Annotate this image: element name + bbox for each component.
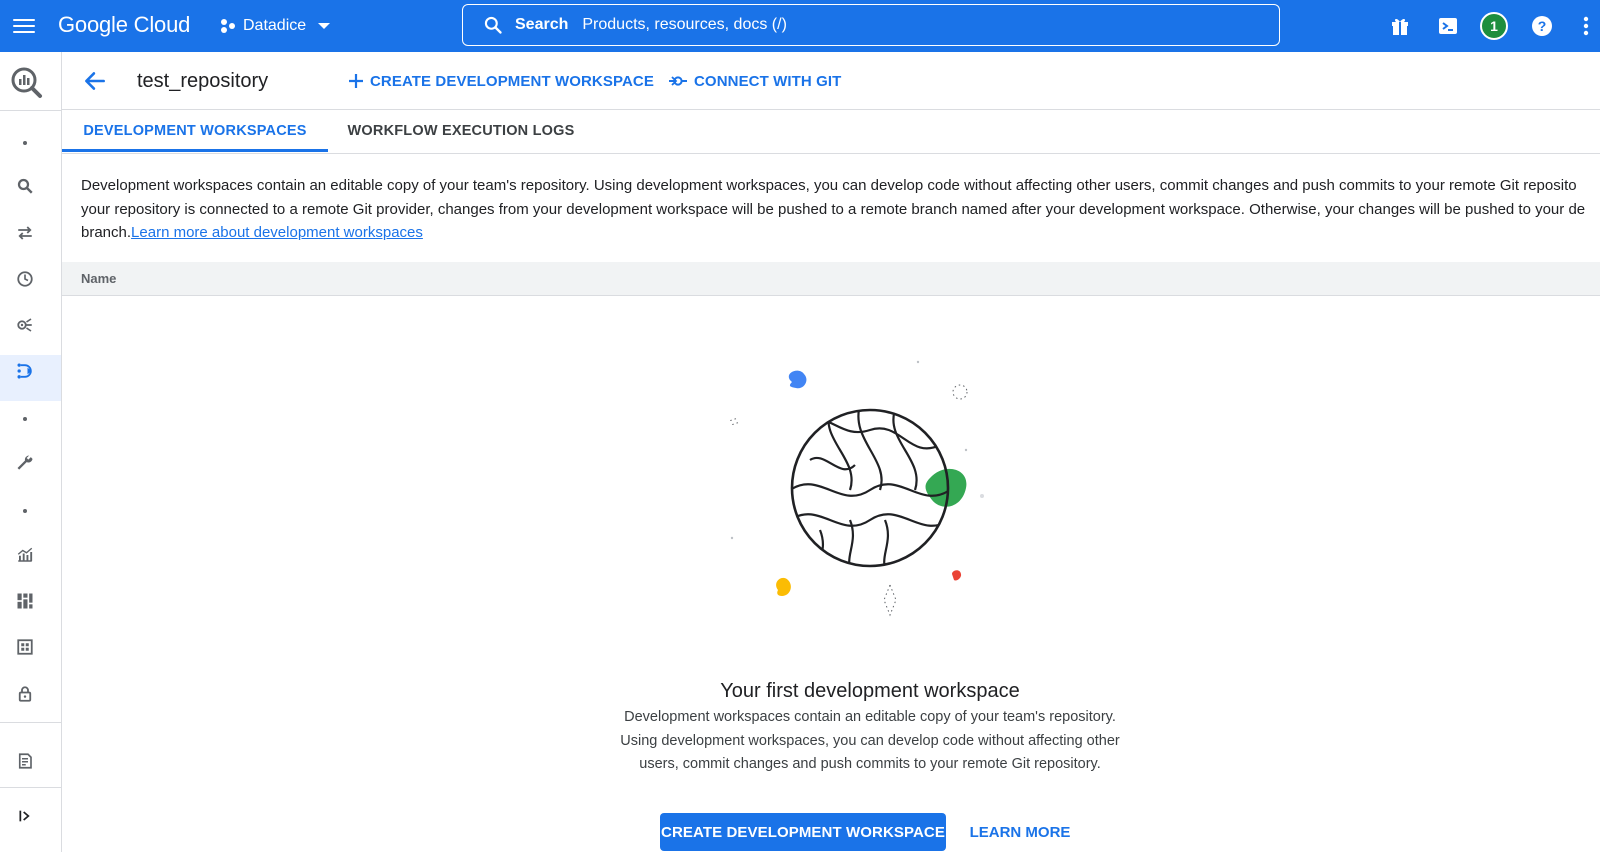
svg-text:?: ? — [1538, 18, 1547, 34]
gift-icon[interactable] — [1388, 14, 1412, 38]
rail-divider — [0, 722, 61, 723]
rail-dot — [23, 509, 27, 513]
wrench-icon[interactable] — [10, 448, 40, 478]
top-app-bar: Google Cloud Datadice Search Products, r… — [0, 0, 1600, 52]
empty-state-description: Development workspaces contain an editab… — [570, 706, 1170, 777]
plus-icon — [349, 74, 363, 88]
dataform-icon[interactable] — [10, 356, 40, 386]
project-name: Datadice — [243, 17, 307, 34]
transfers-icon[interactable] — [10, 218, 40, 248]
search-label: Search — [515, 16, 569, 33]
page-title: test_repository — [137, 70, 269, 92]
create-workspace-header-button[interactable]: CREATE DEVELOPMENT WORKSPACE — [348, 68, 654, 94]
description-branch-text: branch. — [81, 224, 132, 241]
menu-icon[interactable] — [12, 14, 38, 38]
schedule-icon[interactable] — [10, 264, 40, 294]
tab-workflow-execution-logs[interactable]: WORKFLOW EXECUTION LOGS — [328, 110, 594, 152]
help-icon[interactable]: ? — [1530, 14, 1554, 38]
tabs-divider — [62, 153, 1600, 154]
search-icon[interactable] — [10, 171, 40, 201]
project-icon — [221, 19, 235, 33]
chevron-down-icon — [318, 23, 331, 29]
create-workspace-button[interactable]: CREATE DEVELOPMENT WORKSPACE — [660, 813, 946, 851]
rail-dot — [23, 141, 27, 145]
rail-dot — [23, 417, 27, 421]
rail-divider — [0, 110, 61, 111]
table-header: Name — [62, 262, 1600, 296]
bigquery-icon[interactable] — [8, 64, 44, 100]
google-cloud-logo[interactable]: Google Cloud — [58, 11, 190, 39]
tab-development-workspaces[interactable]: DEVELOPMENT WORKSPACES — [62, 110, 328, 152]
lock-icon[interactable] — [10, 679, 40, 709]
rail-divider — [0, 787, 61, 788]
monitoring-icon[interactable] — [10, 540, 40, 570]
table-icon[interactable] — [10, 632, 40, 662]
notification-badge[interactable]: 1 — [1480, 12, 1508, 40]
empty-state-line: Using development workspaces, you can de… — [620, 732, 1120, 749]
empty-state-title: Your first development workspace — [720, 680, 1020, 702]
description-line: Development workspaces contain an editab… — [81, 177, 1577, 194]
expand-icon[interactable] — [10, 801, 40, 831]
git-commit-icon — [669, 76, 687, 86]
learn-more-button[interactable]: LEARN MORE — [960, 813, 1080, 851]
release-notes-icon[interactable] — [10, 746, 40, 776]
empty-state-illustration — [730, 360, 984, 617]
learn-more-link[interactable]: Learn more about development workspaces — [131, 224, 423, 241]
back-arrow-icon[interactable] — [82, 68, 108, 94]
search-input[interactable]: Search Products, resources, docs (/) — [462, 4, 1280, 46]
more-vert-icon[interactable] — [1576, 14, 1596, 38]
column-header-name[interactable]: Name — [81, 271, 116, 286]
cloud-shell-icon[interactable] — [1436, 14, 1460, 38]
connect-git-label: CONNECT WITH GIT — [694, 72, 842, 90]
analytics-hub-icon[interactable] — [10, 310, 40, 340]
left-nav-rail — [0, 52, 62, 852]
search-icon — [484, 16, 502, 34]
project-picker[interactable]: Datadice — [220, 12, 331, 40]
description-line-3: branch.Learn more about development work… — [81, 221, 1600, 245]
search-placeholder: Products, resources, docs (/) — [582, 16, 787, 33]
create-workspace-header-label: CREATE DEVELOPMENT WORKSPACE — [370, 72, 654, 90]
description-text: Development workspaces contain an editab… — [81, 174, 1600, 245]
dashboard-icon[interactable] — [10, 586, 40, 616]
empty-state-line: Development workspaces contain an editab… — [624, 709, 1116, 725]
description-line: your repository is connected to a remote… — [81, 200, 1586, 218]
connect-git-button[interactable]: CONNECT WITH GIT — [668, 68, 841, 94]
empty-state-line: users, commit changes and push commits t… — [639, 756, 1101, 772]
